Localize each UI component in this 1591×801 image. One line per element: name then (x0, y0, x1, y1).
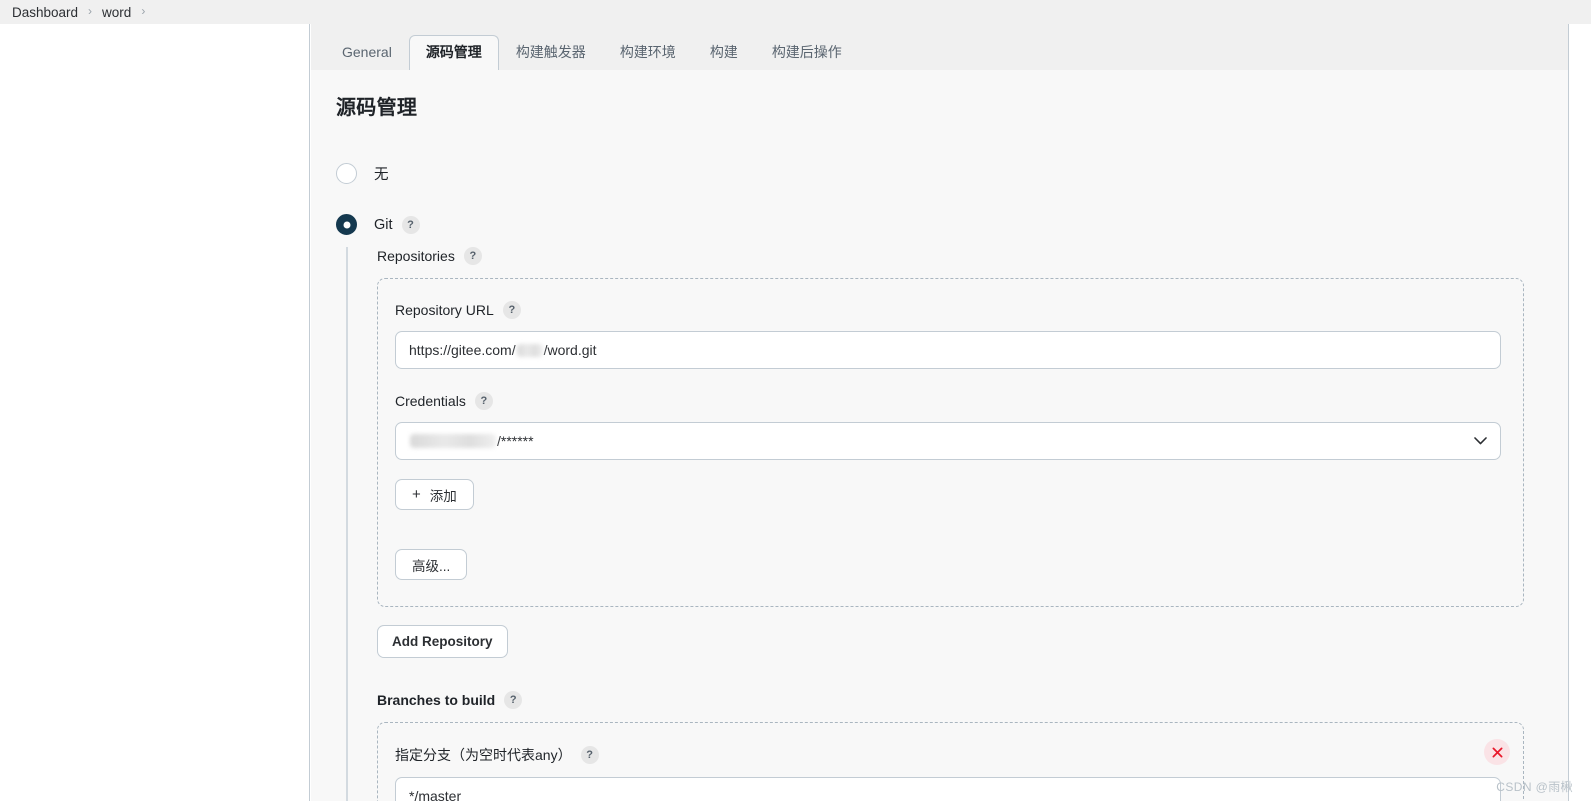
scm-option-git-label: Git (374, 216, 393, 233)
help-icon-branch-specifier[interactable]: ? (580, 746, 599, 764)
tab-source-code-management[interactable]: 源码管理 (408, 34, 499, 72)
repositories-label-row: Repositories ? (377, 247, 1524, 265)
repository-url-label: Repository URL (395, 302, 494, 318)
config-content-panel: 源码管理 无 Git ? Repositories ? Repository U… (311, 70, 1568, 801)
tab-build-triggers[interactable]: 构建触发器 (499, 35, 603, 70)
repository-url-label-row: Repository URL ? (395, 301, 1501, 319)
scm-option-git[interactable]: Git ? (336, 214, 1524, 235)
add-credential-button-label: 添加 (429, 488, 457, 504)
repository-block: Repository URL ? https://gitee.com/ /word… (377, 278, 1524, 607)
breadcrumb: Dashboard › word › (0, 0, 1591, 24)
tab-build[interactable]: 构建 (693, 35, 755, 70)
credentials-label: Credentials (395, 393, 466, 409)
add-credential-button[interactable]: + 添加 (395, 479, 474, 510)
help-icon-branches[interactable]: ? (504, 691, 523, 709)
breadcrumb-item-word[interactable]: word (102, 5, 131, 20)
branch-specifier-label-row: 指定分支（为空时代表any） ? (395, 745, 1501, 765)
advanced-button[interactable]: 高级... (395, 549, 468, 580)
breadcrumb-item-dashboard[interactable]: Dashboard (12, 5, 78, 20)
breadcrumb-separator-icon-2: › (141, 4, 146, 18)
repository-url-value-suffix: /word.git (543, 342, 597, 358)
scm-option-none[interactable]: 无 (336, 163, 1524, 184)
radio-git[interactable] (336, 214, 357, 235)
redaction-block-url (516, 343, 543, 357)
help-icon-git[interactable]: ? (401, 215, 420, 234)
help-icon-repositories[interactable]: ? (463, 247, 482, 265)
branch-specifier-input[interactable]: */master (395, 777, 1501, 801)
left-side-panel (0, 24, 310, 801)
page-title: 源码管理 (336, 97, 418, 119)
branch-block: 指定分支（为空时代表any） ? */master (377, 722, 1524, 801)
tab-build-environment[interactable]: 构建环境 (603, 35, 693, 70)
redaction-block-credentials (410, 434, 496, 448)
repositories-label: Repositories (377, 248, 455, 264)
close-icon (1492, 747, 1502, 757)
breadcrumb-separator-icon: › (88, 4, 93, 18)
branch-specifier-label: 指定分支（为空时代表any） (395, 747, 572, 763)
jenkins-job-config-page: Dashboard › word › General 源码管理 构建触发器 构建… (0, 0, 1591, 801)
branches-to-build-label: Branches to build (377, 692, 496, 708)
credentials-value-suffix: /****** (497, 433, 534, 449)
credentials-label-row: Credentials ? (395, 392, 1501, 410)
radio-none[interactable] (336, 163, 357, 184)
credentials-select[interactable]: /****** (395, 422, 1501, 460)
tab-general[interactable]: General (325, 35, 409, 70)
scm-option-none-label: 无 (374, 167, 389, 183)
git-config-section: Repositories ? Repository URL ? https://… (346, 247, 1524, 801)
branches-label-row: Branches to build ? (377, 691, 1524, 709)
right-gutter (1568, 24, 1591, 801)
add-repository-button[interactable]: Add Repository (377, 625, 508, 658)
config-tab-bar: General 源码管理 构建触发器 构建环境 构建 构建后操作 (311, 24, 1568, 72)
delete-branch-button[interactable] (1484, 739, 1510, 765)
credentials-select-wrap: /****** (395, 422, 1501, 460)
watermark: CSDN @雨楸 (1496, 780, 1573, 794)
repository-url-input[interactable]: https://gitee.com/ /word.git (395, 331, 1501, 369)
tab-post-build-actions[interactable]: 构建后操作 (755, 35, 859, 70)
help-icon-repository-url[interactable]: ? (502, 301, 521, 319)
repository-url-value-prefix: https://gitee.com/ (409, 342, 516, 358)
help-icon-credentials[interactable]: ? (474, 392, 493, 410)
plus-icon: + (412, 486, 421, 503)
